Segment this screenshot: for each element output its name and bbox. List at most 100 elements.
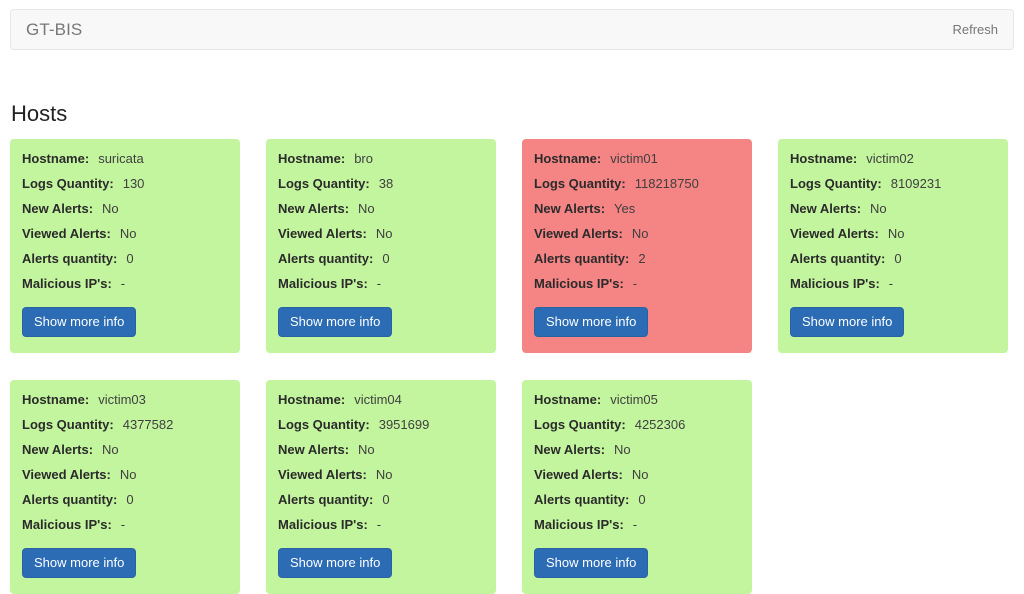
field-value-new-alerts: No (102, 442, 119, 457)
hosts-row-1: Hostname: suricata Logs Quantity: 130 New Al… (10, 139, 1014, 353)
field-label-hostname: Hostname: (22, 392, 90, 407)
field-label-viewed-alerts: Viewed Alerts: (278, 467, 367, 482)
field-row-hostname: Hostname: victim04 (278, 392, 484, 417)
field-value-new-alerts: No (870, 201, 887, 216)
field-label-new-alerts: New Alerts: (790, 201, 862, 216)
field-row-hostname: Hostname: suricata (22, 151, 228, 176)
show-more-info-button[interactable]: Show more info (790, 307, 905, 337)
field-label-malicious-ips: Malicious IP's: (22, 517, 112, 532)
show-more-info-button[interactable]: Show more info (534, 307, 649, 337)
host-card: Hostname: victim02 Logs Quantity: 8109231 Ne… (778, 139, 1008, 353)
app-brand-title[interactable]: GT-BIS (26, 20, 82, 40)
field-label-new-alerts: New Alerts: (534, 442, 606, 457)
field-row-logs-quantity: Logs Quantity: 4252306 (534, 417, 740, 442)
field-row-alerts-quantity: Alerts quantity: 0 (278, 492, 484, 517)
field-row-malicious-ips: Malicious IP's: - (278, 517, 484, 542)
field-value-hostname: bro (354, 151, 373, 166)
field-row-viewed-alerts: Viewed Alerts: No (790, 226, 996, 251)
field-value-logs-quantity: 4377582 (122, 417, 174, 432)
show-more-info-button[interactable]: Show more info (22, 307, 137, 337)
field-label-malicious-ips: Malicious IP's: (278, 276, 368, 291)
field-row-logs-quantity: Logs Quantity: 4377582 (22, 417, 228, 442)
field-row-logs-quantity: Logs Quantity: 8109231 (790, 176, 996, 201)
show-more-info-button[interactable]: Show more info (534, 548, 649, 578)
field-label-alerts-quantity: Alerts quantity: (534, 492, 630, 507)
field-label-logs-quantity: Logs Quantity: (22, 417, 114, 432)
field-value-logs-quantity: 118218750 (634, 176, 699, 191)
field-row-malicious-ips: Malicious IP's: - (534, 276, 740, 301)
host-card: Hostname: bro Logs Quantity: 38 New Alerts: N… (266, 139, 496, 353)
show-more-info-button[interactable]: Show more info (278, 307, 393, 337)
hosts-row-2: Hostname: victim03 Logs Quantity: 4377582 Ne… (10, 380, 1014, 594)
field-value-malicious-ips: - (120, 276, 126, 291)
field-value-logs-quantity: 4252306 (634, 417, 686, 432)
field-value-hostname: victim01 (610, 151, 658, 166)
field-value-hostname: victim03 (98, 392, 146, 407)
field-value-viewed-alerts: No (887, 226, 905, 241)
field-value-alerts-quantity: 2 (638, 251, 646, 266)
field-row-hostname: Hostname: victim01 (534, 151, 740, 176)
field-row-logs-quantity: Logs Quantity: 118218750 (534, 176, 740, 201)
field-row-malicious-ips: Malicious IP's: - (790, 276, 996, 301)
field-row-alerts-quantity: Alerts quantity: 2 (534, 251, 740, 276)
field-label-viewed-alerts: Viewed Alerts: (22, 226, 111, 241)
field-label-alerts-quantity: Alerts quantity: (278, 251, 374, 266)
show-more-info-button[interactable]: Show more info (278, 548, 393, 578)
field-label-new-alerts: New Alerts: (22, 201, 94, 216)
field-row-viewed-alerts: Viewed Alerts: No (278, 467, 484, 492)
field-row-new-alerts: New Alerts: Yes (534, 201, 740, 226)
field-row-alerts-quantity: Alerts quantity: 0 (534, 492, 740, 517)
field-row-hostname: Hostname: victim03 (22, 392, 228, 417)
field-label-hostname: Hostname: (22, 151, 90, 166)
field-row-viewed-alerts: Viewed Alerts: No (22, 467, 228, 492)
field-value-malicious-ips: - (376, 517, 382, 532)
field-value-logs-quantity: 3951699 (378, 417, 430, 432)
host-card: Hostname: victim05 Logs Quantity: 4252306 Ne… (522, 380, 752, 594)
field-row-viewed-alerts: Viewed Alerts: No (534, 226, 740, 251)
field-value-new-alerts: No (358, 201, 375, 216)
field-value-viewed-alerts: No (119, 226, 137, 241)
field-value-alerts-quantity: 0 (382, 492, 390, 507)
field-row-new-alerts: New Alerts: No (790, 201, 996, 226)
field-label-hostname: Hostname: (534, 151, 602, 166)
field-row-new-alerts: New Alerts: No (278, 442, 484, 467)
field-label-viewed-alerts: Viewed Alerts: (534, 226, 623, 241)
field-value-malicious-ips: - (632, 276, 638, 291)
field-row-malicious-ips: Malicious IP's: - (22, 276, 228, 301)
field-row-alerts-quantity: Alerts quantity: 0 (22, 251, 228, 276)
field-row-logs-quantity: Logs Quantity: 130 (22, 176, 228, 201)
field-label-new-alerts: New Alerts: (534, 201, 606, 216)
field-value-logs-quantity: 8109231 (890, 176, 942, 191)
host-card: Hostname: victim03 Logs Quantity: 4377582 Ne… (10, 380, 240, 594)
field-row-viewed-alerts: Viewed Alerts: No (534, 467, 740, 492)
field-label-hostname: Hostname: (278, 392, 346, 407)
field-label-malicious-ips: Malicious IP's: (534, 276, 624, 291)
field-value-malicious-ips: - (632, 517, 638, 532)
field-value-viewed-alerts: No (375, 226, 393, 241)
field-row-logs-quantity: Logs Quantity: 3951699 (278, 417, 484, 442)
field-label-logs-quantity: Logs Quantity: (278, 417, 370, 432)
refresh-link[interactable]: Refresh (952, 22, 998, 37)
field-value-alerts-quantity: 0 (126, 492, 134, 507)
field-value-alerts-quantity: 0 (638, 492, 646, 507)
field-label-logs-quantity: Logs Quantity: (278, 176, 370, 191)
field-label-new-alerts: New Alerts: (278, 442, 350, 457)
show-more-info-button[interactable]: Show more info (22, 548, 137, 578)
field-row-alerts-quantity: Alerts quantity: 0 (278, 251, 484, 276)
field-row-alerts-quantity: Alerts quantity: 0 (22, 492, 228, 517)
field-row-hostname: Hostname: victim02 (790, 151, 996, 176)
field-value-viewed-alerts: No (119, 467, 137, 482)
field-value-malicious-ips: - (888, 276, 894, 291)
top-navbar: GT-BIS Refresh (10, 9, 1014, 50)
field-row-viewed-alerts: Viewed Alerts: No (278, 226, 484, 251)
host-card: Hostname: victim04 Logs Quantity: 3951699 Ne… (266, 380, 496, 594)
field-label-alerts-quantity: Alerts quantity: (790, 251, 886, 266)
field-row-new-alerts: New Alerts: No (278, 201, 484, 226)
field-row-new-alerts: New Alerts: No (22, 201, 228, 226)
field-value-new-alerts: No (358, 442, 375, 457)
field-row-malicious-ips: Malicious IP's: - (534, 517, 740, 542)
field-label-alerts-quantity: Alerts quantity: (278, 492, 374, 507)
field-value-new-alerts: No (614, 442, 631, 457)
field-row-viewed-alerts: Viewed Alerts: No (22, 226, 228, 251)
field-label-logs-quantity: Logs Quantity: (790, 176, 882, 191)
